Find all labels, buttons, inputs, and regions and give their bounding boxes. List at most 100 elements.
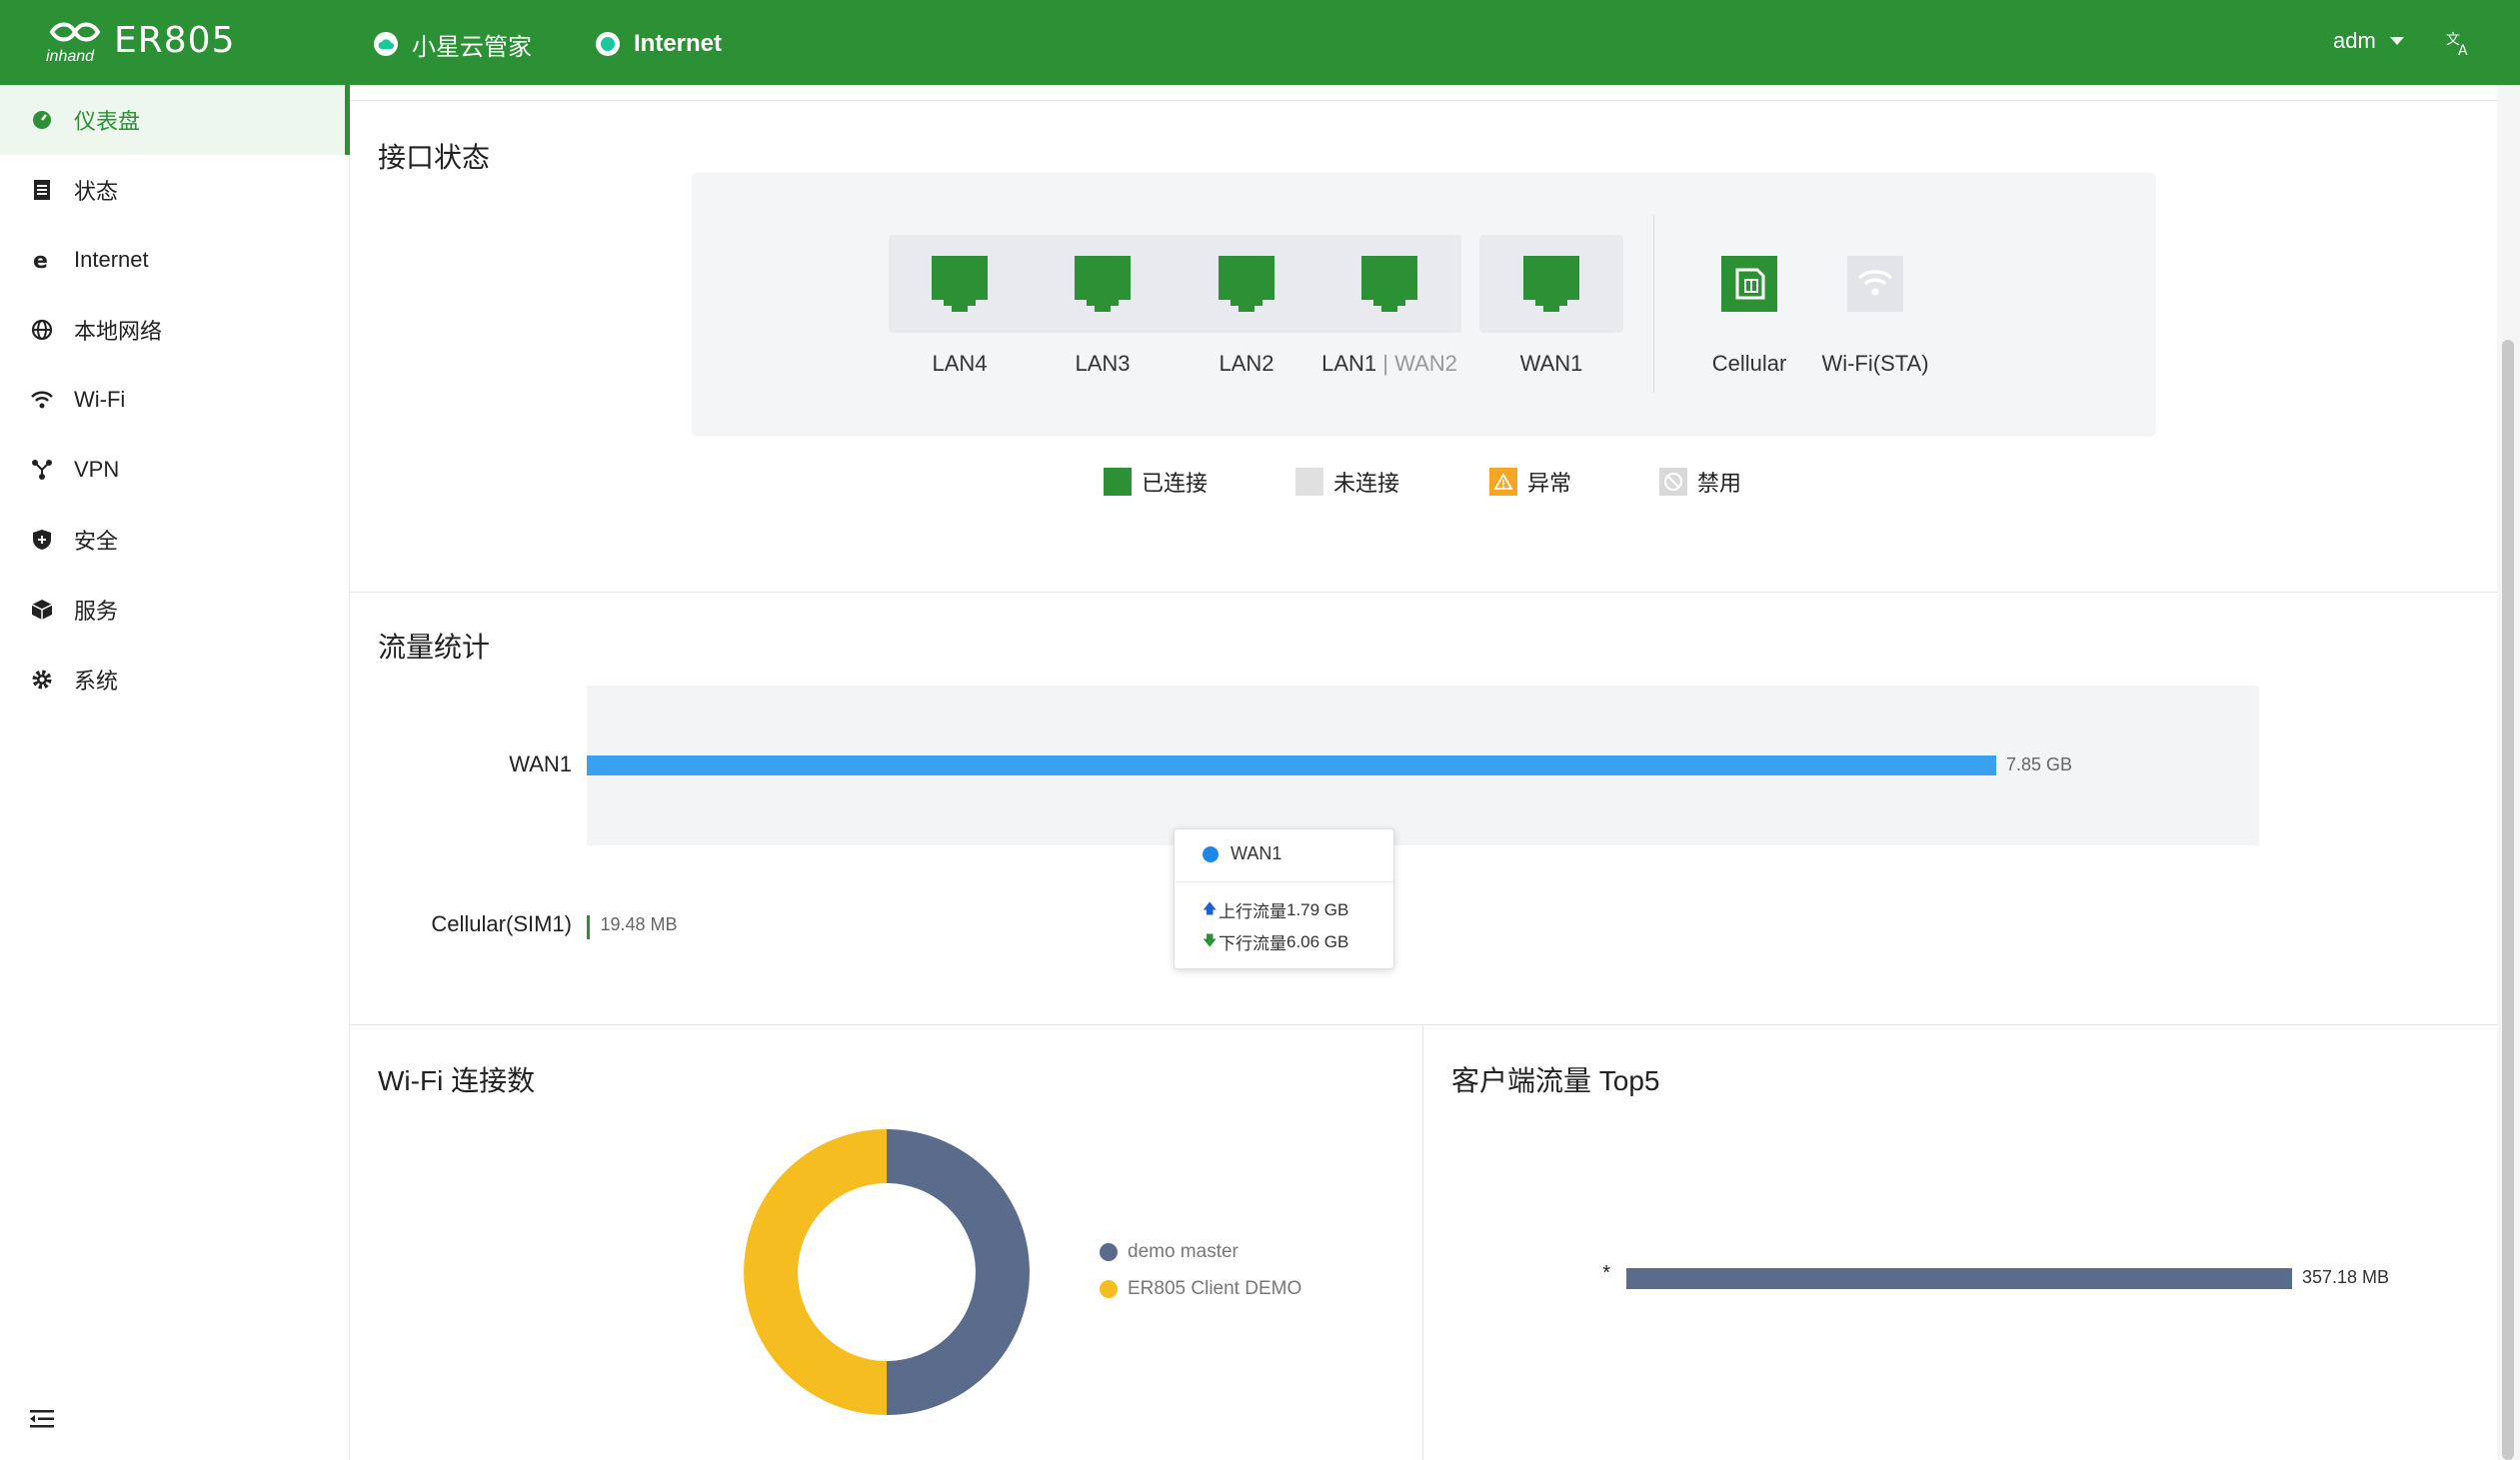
- sim-card-icon[interactable]: [1721, 256, 1777, 312]
- globe-icon: [30, 318, 54, 342]
- legend-label: demo master: [1128, 1241, 1239, 1262]
- ethernet-port-icon[interactable]: [1523, 256, 1579, 312]
- sidebar-item-status[interactable]: 状态: [0, 155, 350, 225]
- internet-explorer-icon: e: [30, 248, 54, 272]
- collapse-sidebar-icon[interactable]: [28, 1407, 56, 1431]
- port-label: LAN4: [932, 351, 988, 376]
- legend-dot-icon: [1100, 1243, 1118, 1261]
- wifi-sta-icon[interactable]: [1847, 256, 1903, 312]
- bar-value-label: 7.85 GB: [2006, 754, 2073, 774]
- sidebar-item-label: 服务: [74, 599, 119, 624]
- tooltip-header: WAN1: [1203, 843, 1281, 864]
- top-clients-title: 客户端流量 Top5: [1451, 1065, 1660, 1096]
- traffic-title: 流量统计: [378, 632, 491, 663]
- tooltip-down-value: 6.06 GB: [1286, 931, 1349, 951]
- sidebar-item-security[interactable]: 安全: [0, 505, 350, 575]
- logo[interactable]: inhand ER805: [44, 14, 244, 70]
- interface-panel: LAN4 LAN3 LAN2 LAN1 | WAN2 WAN1 Cellular…: [692, 173, 2156, 437]
- language-icon[interactable]: 文 A: [2444, 28, 2474, 58]
- traffic-bar: [587, 755, 1996, 775]
- legend-label: 已连接: [1142, 471, 1209, 496]
- donut-slice[interactable]: [886, 1129, 1030, 1415]
- sidebar-item-label: VPN: [74, 457, 120, 482]
- sidebar-item-wifi[interactable]: Wi-Fi: [0, 365, 350, 435]
- tooltip-up-label: 上行流量: [1219, 902, 1286, 921]
- sidebar-item-services[interactable]: 服务: [0, 575, 350, 645]
- sidebar-item-label: 安全: [74, 529, 119, 554]
- traffic-bar: [587, 915, 591, 939]
- ethernet-port-icon[interactable]: [1361, 256, 1417, 312]
- nav-cloud-manager-label: 小星云管家: [412, 33, 532, 61]
- wifi-icon: [30, 388, 54, 412]
- ethernet-port-icon[interactable]: [1219, 256, 1274, 312]
- bar-category-label: Cellular(SIM1): [431, 911, 572, 936]
- sidebar-item-label: 本地网络: [74, 319, 163, 344]
- svg-text:A: A: [2458, 43, 2468, 58]
- dashboard-icon: [30, 108, 54, 132]
- legend-label: 禁用: [1697, 471, 1742, 496]
- sidebar-item-vpn[interactable]: VPN: [0, 435, 350, 505]
- nav-internet[interactable]: Internet: [596, 26, 722, 62]
- arrow-up-icon: 🡅: [1203, 899, 1218, 916]
- connected-swatch-icon: [1104, 468, 1132, 496]
- legend-dot-icon: [1100, 1280, 1118, 1298]
- legend-connected: 已连接: [1104, 466, 1208, 498]
- tooltip-series: WAN1: [1231, 843, 1282, 863]
- username: adm: [2333, 28, 2376, 53]
- bar-category-label: WAN1: [509, 751, 572, 776]
- sidebar-item-dashboard[interactable]: 仪表盘: [0, 85, 350, 155]
- divider: [350, 592, 2497, 593]
- port-label-lan1-wan2: LAN1 | WAN2: [1321, 351, 1457, 376]
- brand-text: inhand: [46, 48, 95, 65]
- port-label: WAN1: [1519, 351, 1583, 376]
- divider: [350, 1024, 2497, 1025]
- sidebar-item-label: 系统: [74, 669, 119, 694]
- divider: [350, 100, 2497, 101]
- donut-slice[interactable]: [744, 1129, 888, 1415]
- arrow-down-icon: 🡇: [1203, 931, 1218, 948]
- sidebar-item-internet[interactable]: e Internet: [0, 225, 350, 295]
- legend-abnormal: 异常: [1489, 466, 1571, 498]
- port-label: Wi-Fi(STA): [1821, 351, 1929, 376]
- tooltip-up-value: 1.79 GB: [1286, 899, 1349, 919]
- top-bar: inhand ER805 小星云管家 Internet adm 文 A: [0, 0, 2520, 85]
- gear-icon: [30, 668, 54, 692]
- sidebar-item-local-network[interactable]: 本地网络: [0, 295, 350, 365]
- divider: [1653, 215, 1654, 393]
- client-traffic-bar: [1626, 1268, 2292, 1289]
- bar-value-label: 19.48 MB: [600, 914, 678, 934]
- legend-disconnected: 未连接: [1295, 466, 1399, 498]
- port-label: LAN3: [1075, 351, 1131, 376]
- disconnected-swatch-icon: [1295, 468, 1323, 496]
- sidebar-item-label: 仪表盘: [74, 109, 141, 134]
- bar-category-label: *: [1602, 1262, 1610, 1284]
- series-dot-icon: [1203, 845, 1219, 862]
- internet-status-icon: [596, 32, 620, 56]
- ethernet-port-icon[interactable]: [1075, 256, 1131, 312]
- legend-label: 异常: [1527, 471, 1572, 496]
- port-label: LAN1: [1321, 351, 1377, 376]
- tooltip-download-row: 🡇 下行流量 6.06 GB: [1203, 929, 1348, 954]
- bar-value-label: 357.18 MB: [2302, 1267, 2390, 1287]
- tooltip-down-label: 下行流量: [1219, 934, 1286, 953]
- user-menu[interactable]: adm: [2333, 28, 2404, 54]
- svg-text:e: e: [33, 249, 48, 271]
- ethernet-port-icon[interactable]: [932, 256, 988, 312]
- sidebar-item-system[interactable]: 系统: [0, 645, 350, 715]
- sidebar-item-label: Internet: [74, 247, 149, 272]
- shield-icon: [30, 528, 54, 552]
- warning-icon: [1489, 468, 1517, 496]
- tooltip-upload-row: 🡅 上行流量 1.79 GB: [1203, 897, 1348, 922]
- chevron-down-icon: [2389, 37, 2404, 45]
- donut-legend-item: demo master: [1100, 1241, 1239, 1263]
- scrollbar-thumb[interactable]: [2502, 340, 2514, 1460]
- wifi-clients-title: Wi-Fi 连接数: [378, 1065, 536, 1096]
- sidebar-item-label: Wi-Fi: [74, 387, 126, 412]
- traffic-tooltip: WAN1 🡅 上行流量 1.79 GB 🡇 下行流量 6.06 GB: [1174, 828, 1394, 969]
- port-label: LAN2: [1219, 351, 1274, 376]
- divider: [1422, 1024, 1423, 1460]
- legend-label: 未连接: [1333, 471, 1400, 496]
- nav-cloud-manager[interactable]: 小星云管家: [374, 26, 532, 62]
- vpn-nodes-icon: [30, 458, 54, 482]
- wifi-donut-chart: [744, 1129, 1030, 1415]
